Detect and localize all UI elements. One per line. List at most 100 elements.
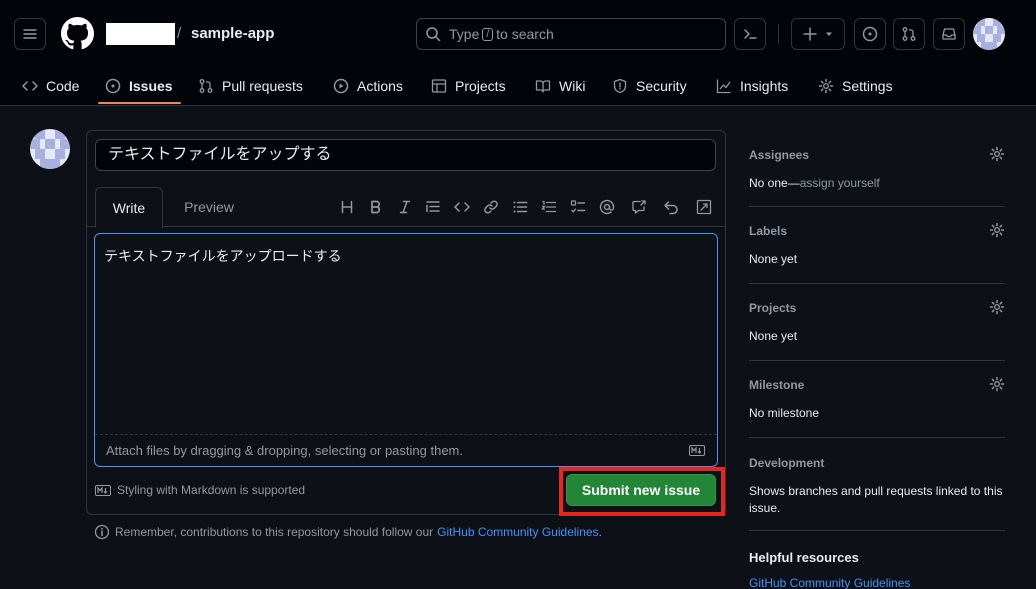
tab-pull-requests[interactable]: Pull requests bbox=[198, 66, 303, 106]
tab-wiki[interactable]: Wiki bbox=[535, 66, 585, 106]
repo-nav: Code Issues Pull requests Actions Projec… bbox=[0, 66, 1036, 106]
ordered-list-icon[interactable] bbox=[540, 198, 558, 216]
assignees-value: No one—assign yourself bbox=[749, 175, 1005, 192]
tab-label: Settings bbox=[842, 78, 893, 94]
tab-settings[interactable]: Settings bbox=[818, 66, 893, 106]
tab-label: Pull requests bbox=[222, 78, 303, 94]
create-new-button[interactable] bbox=[791, 18, 845, 50]
info-icon bbox=[94, 524, 110, 540]
undo-icon[interactable] bbox=[662, 198, 680, 216]
tab-label: Wiki bbox=[559, 78, 586, 94]
inbox-icon bbox=[942, 28, 956, 40]
your-issues-button[interactable] bbox=[854, 18, 886, 50]
tab-label: Code bbox=[46, 78, 80, 94]
slash-key-hint: / bbox=[482, 27, 494, 41]
repo-name-link[interactable]: sample-app bbox=[191, 25, 274, 42]
sidebar-divider bbox=[749, 206, 1005, 207]
projects-value: None yet bbox=[749, 329, 798, 343]
search-icon bbox=[426, 27, 441, 42]
your-pull-requests-button[interactable] bbox=[893, 18, 925, 50]
code-icon[interactable] bbox=[453, 198, 471, 216]
submit-new-issue-button[interactable]: Submit new issue bbox=[566, 474, 716, 506]
contribution-reminder: Remember, contributions to this reposito… bbox=[94, 524, 602, 540]
bold-icon[interactable] bbox=[367, 198, 385, 216]
owner-name-redacted[interactable] bbox=[106, 23, 175, 45]
notifications-button[interactable] bbox=[933, 18, 965, 50]
assignees-heading: Assignees bbox=[749, 148, 810, 162]
graph-icon bbox=[716, 79, 731, 94]
link-icon[interactable] bbox=[482, 198, 500, 216]
heading-icon[interactable] bbox=[338, 198, 356, 216]
tab-security[interactable]: Security bbox=[612, 66, 687, 106]
tab-write[interactable]: Write bbox=[95, 187, 163, 228]
search-placeholder-suffix: to search bbox=[496, 26, 554, 42]
issue-body-text[interactable]: テキストファイルをアップロードする bbox=[104, 246, 342, 266]
play-icon bbox=[333, 78, 349, 94]
development-value: Shows branches and pull requests linked … bbox=[749, 484, 1003, 515]
search-input[interactable]: Type / to search bbox=[416, 18, 726, 50]
book-icon bbox=[535, 80, 551, 93]
git-pull-request-icon bbox=[902, 27, 916, 41]
git-pull-request-icon bbox=[199, 79, 213, 93]
cross-reference-icon[interactable] bbox=[630, 198, 648, 216]
menu-button[interactable] bbox=[14, 18, 46, 50]
helpful-resources-heading: Helpful resources bbox=[749, 550, 859, 565]
gear-icon[interactable] bbox=[989, 146, 1005, 162]
sidebar-divider bbox=[749, 437, 1005, 438]
labels-heading: Labels bbox=[749, 224, 788, 238]
active-tab-indicator bbox=[98, 102, 181, 104]
command-palette-button[interactable] bbox=[734, 18, 766, 50]
code-icon bbox=[22, 81, 38, 91]
tab-code[interactable]: Code bbox=[22, 66, 79, 106]
issue-body-textarea[interactable] bbox=[94, 233, 718, 467]
unordered-list-icon[interactable] bbox=[511, 198, 529, 216]
sidebar-assignees: Assignees No one—assign yourself bbox=[749, 146, 1005, 192]
global-header: / sample-app Type / to search Code Issue… bbox=[0, 0, 1036, 106]
helpful-guidelines-link[interactable]: GitHub Community Guidelines bbox=[749, 576, 910, 589]
search-placeholder-prefix: Type bbox=[449, 26, 480, 42]
sidebar-divider bbox=[749, 360, 1005, 361]
sidebar-labels: Labels None yet bbox=[749, 222, 1005, 268]
remember-suffix: . bbox=[598, 525, 602, 539]
tab-actions[interactable]: Actions bbox=[333, 66, 403, 106]
tab-issues[interactable]: Issues bbox=[105, 66, 173, 106]
markdown-icon bbox=[689, 445, 705, 456]
sidebar-development: Development Shows branches and pull requ… bbox=[749, 456, 1005, 517]
tab-projects[interactable]: Projects bbox=[431, 66, 506, 106]
shield-icon bbox=[613, 78, 627, 94]
top-bar: / sample-app Type / to search bbox=[0, 0, 1036, 66]
community-guidelines-link[interactable]: GitHub Community Guidelines bbox=[437, 525, 598, 539]
quote-icon[interactable] bbox=[424, 198, 442, 216]
triangle-down-icon bbox=[826, 32, 832, 36]
gear-icon[interactable] bbox=[989, 222, 1005, 238]
fullscreen-icon[interactable] bbox=[695, 198, 713, 216]
remember-text: Remember, contributions to this reposito… bbox=[115, 525, 434, 539]
gear-icon[interactable] bbox=[989, 376, 1005, 392]
tab-preview[interactable]: Preview bbox=[171, 187, 247, 227]
italic-icon[interactable] bbox=[396, 198, 414, 216]
plus-icon bbox=[803, 27, 817, 41]
gear-icon[interactable] bbox=[989, 299, 1005, 315]
user-avatar[interactable] bbox=[973, 18, 1005, 50]
task-list-icon[interactable] bbox=[569, 198, 587, 216]
github-logo-icon[interactable] bbox=[61, 17, 94, 50]
sidebar-milestone: Milestone No milestone bbox=[749, 376, 1005, 422]
labels-value: None yet bbox=[749, 252, 798, 266]
tab-label: Issues bbox=[129, 78, 173, 94]
attach-files-bar[interactable]: Attach files by dragging & dropping, sel… bbox=[95, 434, 717, 466]
development-heading: Development bbox=[749, 456, 825, 470]
breadcrumb-separator: / bbox=[177, 25, 182, 42]
tab-label: Security bbox=[636, 78, 687, 94]
assignees-none: No one— bbox=[749, 176, 800, 190]
issue-title-input[interactable]: テキストファイルをアップする bbox=[95, 139, 716, 171]
sidebar-divider bbox=[749, 283, 1005, 284]
author-avatar bbox=[30, 129, 70, 169]
assign-yourself-link[interactable]: assign yourself bbox=[800, 176, 880, 190]
sidebar-divider bbox=[749, 530, 1005, 531]
tab-insights[interactable]: Insights bbox=[716, 66, 788, 106]
terminal-icon bbox=[744, 29, 757, 39]
markdown-support-note[interactable]: Styling with Markdown is supported bbox=[95, 483, 305, 497]
mention-icon[interactable] bbox=[598, 198, 616, 216]
markdown-note-text: Styling with Markdown is supported bbox=[117, 483, 306, 497]
milestone-value: No milestone bbox=[749, 406, 820, 420]
